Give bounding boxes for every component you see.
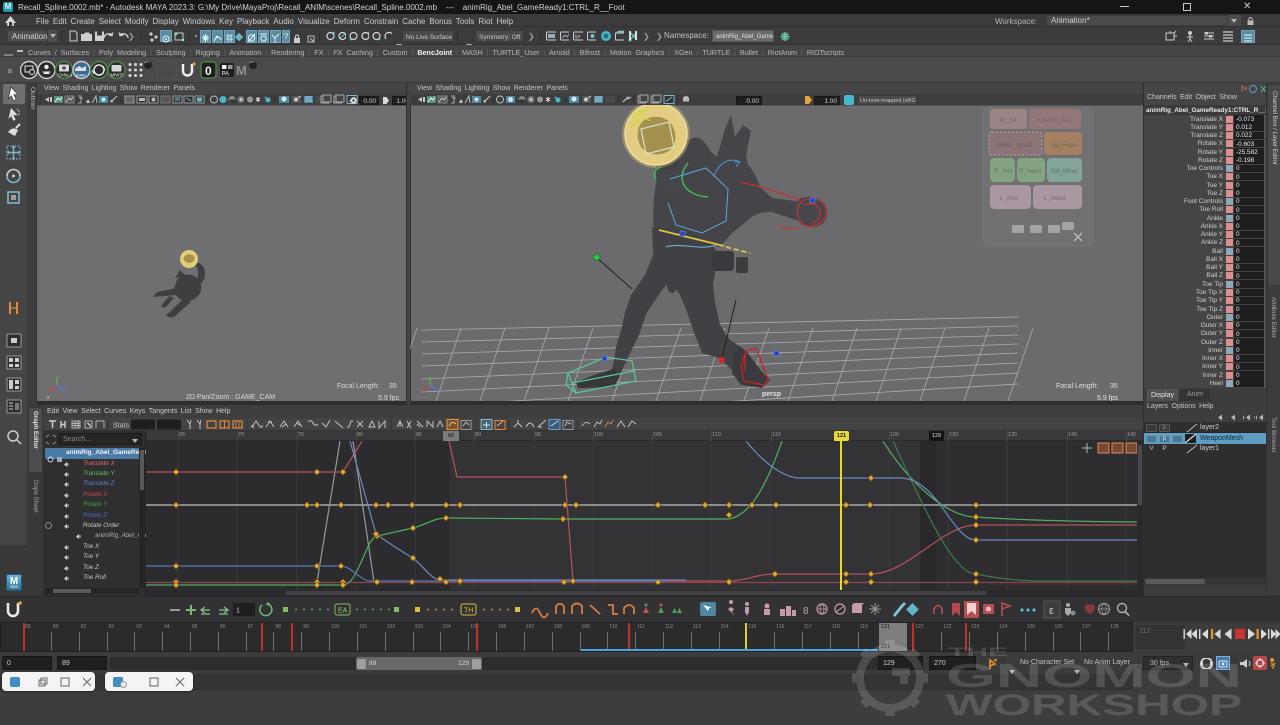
svg-text:5.9 fps: 5.9 fps <box>378 395 400 402</box>
svg-text:Stats: Stats <box>113 423 129 430</box>
svg-text:1: 1 <box>236 608 240 615</box>
svg-text:Sel_Move: Sel_Move <box>1051 169 1078 175</box>
svg-text:8: 8 <box>803 606 809 617</box>
svg-text:EA: EA <box>338 608 348 615</box>
svg-text:MlWTl: MlWTl <box>111 73 124 78</box>
svg-text:M_Jnt: M_Jnt <box>1000 118 1017 124</box>
svg-text:PA: PA <box>222 72 230 78</box>
svg-text:ipr: ipr <box>575 34 581 40</box>
svg-text:EXPRT_ALL: EXPRT_ALL <box>1038 118 1073 124</box>
svg-text:Focal Length:: Focal Length: <box>1056 383 1098 390</box>
svg-text:persp: persp <box>762 391 781 398</box>
svg-text:pose: pose <box>76 73 86 78</box>
svg-text:CtrlsLo: CtrlsLo <box>58 73 73 78</box>
svg-text:L_Arm: L_Arm <box>1000 196 1018 202</box>
svg-text:GMBL_World: GMBL_World <box>996 143 1032 149</box>
svg-text:2D Pan/Zoom : GAME_CAM: 2D Pan/Zoom : GAME_CAM <box>186 394 275 401</box>
svg-text:M: M <box>236 63 247 78</box>
svg-text:Sel_Face: Sel_Face <box>1051 143 1077 149</box>
svg-text:35: 35 <box>389 383 397 390</box>
svg-text:0: 0 <box>205 64 212 78</box>
svg-text:Focal Length:: Focal Length: <box>337 383 379 390</box>
svg-text:x: x <box>47 395 50 401</box>
svg-text:TH: TH <box>464 608 473 615</box>
svg-text:R_Hand: R_Hand <box>1019 169 1041 175</box>
svg-text:L_Hand: L_Hand <box>1044 196 1065 202</box>
svg-text:ε: ε <box>1049 605 1054 617</box>
svg-text:5.9 fps: 5.9 fps <box>1097 395 1119 402</box>
svg-text:35: 35 <box>1110 383 1118 390</box>
svg-text:R_Arm: R_Arm <box>994 169 1013 175</box>
